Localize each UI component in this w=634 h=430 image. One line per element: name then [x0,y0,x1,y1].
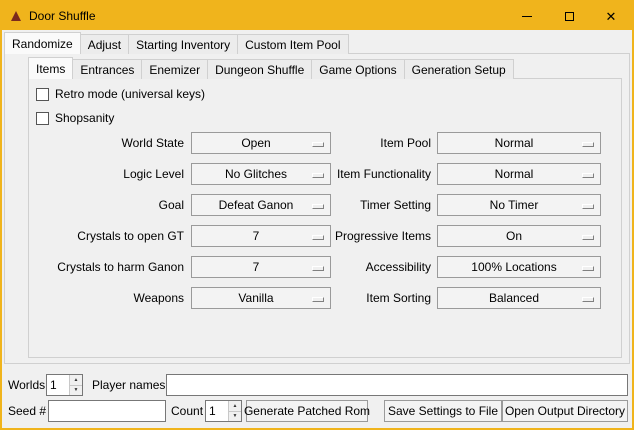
count-spin-buttons: ▲ ▼ [228,401,241,421]
spin-up-icon[interactable]: ▲ [70,375,82,385]
player-names-input[interactable] [166,374,628,396]
tab-adjust[interactable]: Adjust [80,34,129,54]
tab-custom-item-pool[interactable]: Custom Item Pool [237,34,348,54]
retro-mode-label: Retro mode (universal keys) [55,87,205,101]
open-output-directory-button[interactable]: Open Output Directory [502,400,628,422]
worlds-spin-buttons: ▲ ▼ [69,375,82,395]
world-state-value: Open [241,136,280,150]
dropdown-indicator-icon [582,235,594,240]
close-icon: ✕ [606,10,617,23]
spin-down-icon[interactable]: ▼ [229,411,241,422]
timer-setting-value: No Timer [490,198,549,212]
progressive-items-label: Progressive Items [309,225,431,247]
save-settings-button[interactable]: Save Settings to File [384,400,502,422]
item-pool-value: Normal [495,136,544,150]
item-functionality-label: Item Functionality [309,163,431,185]
shopsanity-checkbox-row[interactable]: Shopsanity [36,110,114,126]
item-pool-label: Item Pool [309,132,431,154]
worlds-input[interactable] [47,375,69,395]
timer-setting-dropdown[interactable]: No Timer [437,194,601,216]
tab-items-label: Items [36,62,65,76]
tab-game-options[interactable]: Game Options [311,59,404,79]
crystals-ganon-label: Crystals to harm Ganon [29,256,184,278]
tab-randomize-label: Randomize [12,37,73,51]
tab-entrances-label: Entrances [80,63,134,77]
shopsanity-checkbox[interactable] [36,112,49,125]
titlebar: Door Shuffle ✕ [2,2,632,30]
dropdown-indicator-icon [582,204,594,209]
retro-mode-checkbox-row[interactable]: Retro mode (universal keys) [36,86,205,102]
tab-items[interactable]: Items [28,57,73,79]
minimize-button[interactable] [506,2,548,30]
tab-adjust-label: Adjust [88,38,121,52]
timer-setting-label: Timer Setting [309,194,431,216]
tab-enemizer[interactable]: Enemizer [141,59,208,79]
seed-label: Seed # [8,400,46,422]
item-pool-dropdown[interactable]: Normal [437,132,601,154]
minimize-icon [522,16,532,17]
item-sorting-label: Item Sorting [309,287,431,309]
accessibility-value: 100% Locations [471,260,566,274]
tab-dungeon-shuffle-label: Dungeon Shuffle [215,63,304,77]
tab-dungeon-shuffle[interactable]: Dungeon Shuffle [207,59,312,79]
item-sorting-dropdown[interactable]: Balanced [437,287,601,309]
caption-buttons: ✕ [506,2,632,30]
inner-tab-bar: Items Entrances Enemizer Dungeon Shuffle… [28,57,514,79]
maximize-icon [565,12,574,21]
shopsanity-label: Shopsanity [55,111,114,125]
tab-starting-inventory[interactable]: Starting Inventory [128,34,238,54]
goal-value: Defeat Ganon [219,198,304,212]
crystals-gt-label: Crystals to open GT [29,225,184,247]
close-button[interactable]: ✕ [590,2,632,30]
item-functionality-value: Normal [495,167,544,181]
outer-tab-bar: Randomize Adjust Starting Inventory Cust… [4,32,349,54]
spin-up-icon[interactable]: ▲ [229,401,241,411]
dropdown-indicator-icon [582,266,594,271]
dropdown-indicator-icon [582,142,594,147]
window-title: Door Shuffle [29,9,96,23]
items-panel: Retro mode (universal keys) Shopsanity W… [28,78,622,358]
accessibility-label: Accessibility [309,256,431,278]
weapons-label: Weapons [29,287,184,309]
item-functionality-dropdown[interactable]: Normal [437,163,601,185]
item-sorting-value: Balanced [489,291,549,305]
worlds-spinner[interactable]: ▲ ▼ [46,374,83,396]
crystals-gt-value: 7 [253,229,270,243]
dropdown-indicator-icon [582,173,594,178]
tab-game-options-label: Game Options [319,63,396,77]
tab-generation-setup[interactable]: Generation Setup [404,59,514,79]
logic-level-label: Logic Level [29,163,184,185]
tab-custom-item-pool-label: Custom Item Pool [245,38,340,52]
world-state-label: World State [29,132,184,154]
retro-mode-checkbox[interactable] [36,88,49,101]
accessibility-dropdown[interactable]: 100% Locations [437,256,601,278]
tab-entrances[interactable]: Entrances [72,59,142,79]
progressive-items-value: On [506,229,532,243]
worlds-label: Worlds [8,374,45,396]
crystals-ganon-value: 7 [253,260,270,274]
seed-input[interactable] [48,400,166,422]
count-input[interactable] [206,401,228,421]
count-label: Count [171,400,203,422]
dropdown-indicator-icon [582,297,594,302]
app-icon [11,11,21,21]
maximize-button[interactable] [548,2,590,30]
app-window: Door Shuffle ✕ Randomize Adjust Starting… [0,0,634,430]
logic-level-value: No Glitches [225,167,297,181]
progressive-items-dropdown[interactable]: On [437,225,601,247]
count-spinner[interactable]: ▲ ▼ [205,400,242,422]
weapons-value: Vanilla [238,291,283,305]
spin-down-icon[interactable]: ▼ [70,385,82,396]
player-names-label: Player names [92,374,165,396]
tab-randomize[interactable]: Randomize [4,32,81,54]
tab-starting-inventory-label: Starting Inventory [136,38,230,52]
tab-generation-setup-label: Generation Setup [412,63,506,77]
goal-label: Goal [29,194,184,216]
tab-enemizer-label: Enemizer [149,63,200,77]
generate-patched-rom-button[interactable]: Generate Patched Rom [246,400,368,422]
